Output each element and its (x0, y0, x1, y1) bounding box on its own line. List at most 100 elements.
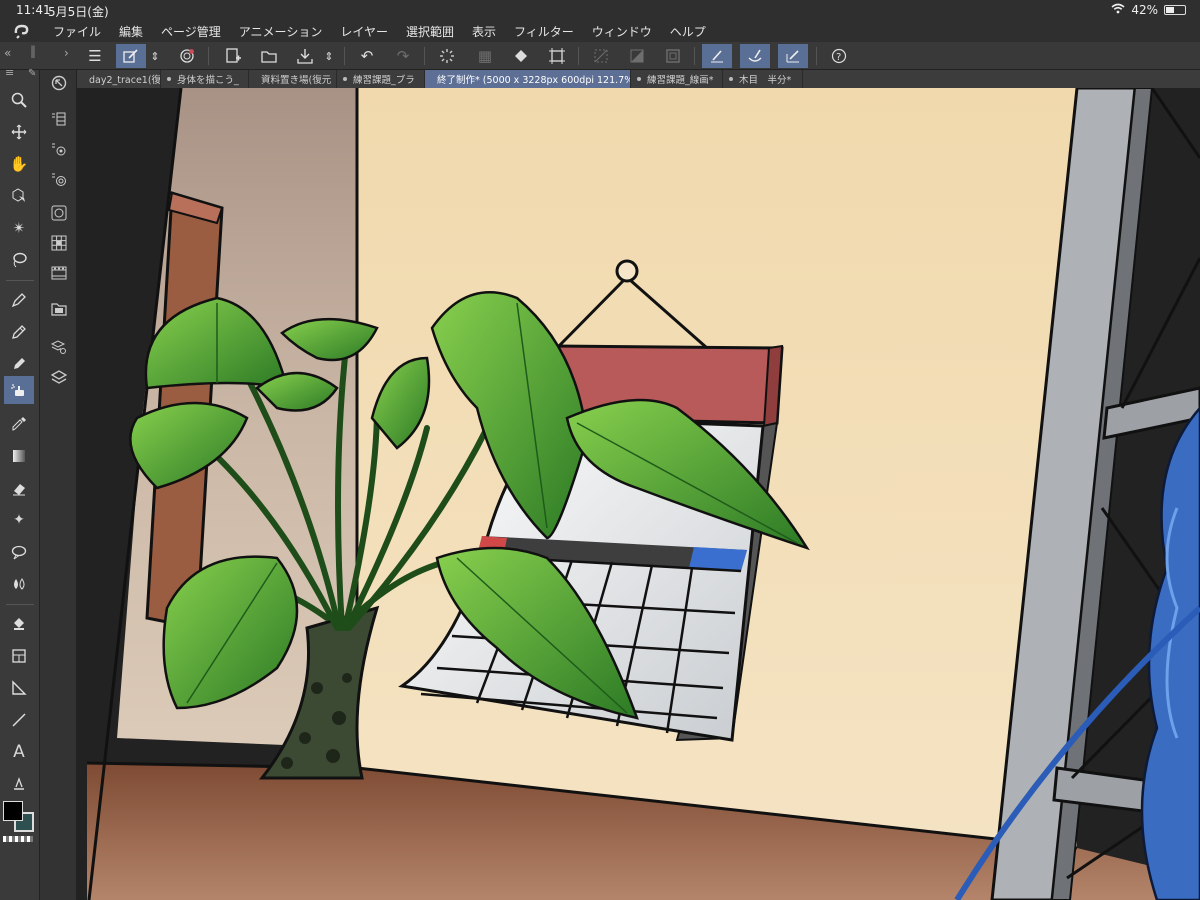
tab-final-work[interactable]: 終了制作* (5000 x 3228px 600dpi 121.7%) (425, 70, 631, 88)
tab-label: 資料置き場(復元 (261, 75, 332, 86)
tab-label: 練習課題_線画* (647, 75, 714, 86)
selection-icon[interactable] (586, 44, 616, 68)
color-swatches (0, 800, 40, 850)
auto-select-icon[interactable]: ✴ (4, 214, 34, 242)
lasso-icon[interactable] (4, 246, 34, 274)
navigator-icon[interactable] (48, 72, 70, 94)
crop-icon[interactable] (542, 44, 572, 68)
menu-help[interactable]: ヘルプ (661, 23, 715, 40)
correct-line-icon[interactable] (4, 770, 34, 798)
status-time: 11:41 (16, 3, 51, 17)
eraser-icon[interactable] (4, 474, 34, 502)
tab-woodgrain[interactable]: 木目 半分* (723, 70, 803, 88)
loading-icon[interactable] (432, 44, 462, 68)
updown-icon-2[interactable]: ⇕ (320, 44, 338, 68)
tab-body-drawing[interactable]: 身体を描こう_ (161, 70, 249, 88)
fill-bucket-icon[interactable] (4, 610, 34, 638)
menu-edit[interactable]: 編集 (110, 23, 152, 40)
drawing-canvas[interactable] (77, 88, 1200, 900)
redo-icon[interactable]: ↷ (388, 44, 418, 68)
quick-access-icon[interactable] (116, 44, 146, 68)
tool-property-icon[interactable] (48, 168, 70, 190)
layer-property-icon[interactable] (48, 108, 70, 130)
tab-label: 終了制作* (5000 x 3228px 600dpi 121.7%) (437, 75, 631, 86)
tab-label: day2_trace1(復 (89, 75, 161, 86)
layers-icon[interactable] (48, 366, 70, 388)
sub-tool-icon[interactable] (48, 138, 70, 160)
command-bar: « ‖ › ☰ ⇕ ⇕ ↶ ↷ ▦ ? (0, 42, 1200, 70)
updown-icon[interactable]: ⇕ (146, 44, 164, 68)
tab-practice-lineart[interactable]: 練習課題_線画* (631, 70, 723, 88)
eyedropper-icon[interactable] (4, 410, 34, 438)
speech-balloon-icon[interactable] (4, 538, 34, 566)
animation-icon[interactable] (48, 262, 70, 284)
hand-tool-icon[interactable]: ✋ (4, 150, 34, 178)
tab-label: 身体を描こう_ (177, 75, 239, 86)
color-wheel-icon[interactable] (48, 202, 70, 224)
status-date: 5月5日(金) (48, 5, 109, 19)
tab-label: 練習課題_ブラ (353, 75, 415, 86)
panel-grip-icon[interactable]: ‖ (30, 44, 36, 58)
marker-icon[interactable] (4, 350, 34, 378)
tab-day2-trace1[interactable]: day2_trace1(復 (77, 70, 161, 88)
stabilize-icon[interactable] (778, 44, 808, 68)
battery-percent: 42% (1131, 3, 1158, 17)
document-tabs: day2_trace1(復 身体を描こう_ 資料置き場(復元 練習課題_ブラ 終… (77, 70, 1200, 88)
collapse-left-icon[interactable]: « (4, 46, 11, 60)
menu-window[interactable]: ウィンドウ (583, 23, 661, 40)
sparkle-icon[interactable]: ✦ (4, 506, 34, 534)
menu-icon[interactable]: ☰ (80, 44, 110, 68)
help-icon[interactable]: ? (824, 44, 854, 68)
menu-selection[interactable]: 選択範囲 (397, 23, 463, 40)
menu-filter[interactable]: フィルター (505, 23, 583, 40)
color-set-icon[interactable] (48, 232, 70, 254)
shortcut-icon[interactable] (172, 44, 202, 68)
menu-bar: ファイル 編集 ページ管理 アニメーション レイヤー 選択範囲 表示 フィルター… (0, 20, 1200, 42)
svg-text:?: ? (836, 52, 841, 63)
menu-file[interactable]: ファイル (44, 23, 110, 40)
wifi-icon (1111, 3, 1125, 17)
undo-icon[interactable]: ↶ (352, 44, 382, 68)
palette-pin-icon[interactable]: ✎ (28, 68, 36, 79)
expand-right-icon[interactable]: › (64, 46, 69, 60)
tab-reference[interactable]: 資料置き場(復元 (249, 70, 337, 88)
zoom-tool-icon[interactable] (4, 86, 34, 114)
status-bar: 11:41 5月5日(金) 42% (0, 0, 1200, 20)
brush-settings-icon[interactable] (740, 44, 770, 68)
app-logo-icon[interactable] (0, 20, 44, 42)
main-color-swatch[interactable] (3, 801, 23, 821)
battery-icon (1164, 5, 1186, 15)
fill-icon[interactable] (506, 44, 536, 68)
line-icon[interactable] (4, 706, 34, 734)
new-canvas-icon[interactable] (218, 44, 248, 68)
gradient-icon[interactable] (4, 442, 34, 470)
frame-border-icon[interactable] (4, 642, 34, 670)
blend-icon[interactable] (4, 570, 34, 598)
transparent-color-swatch[interactable] (3, 836, 33, 842)
transform-icon[interactable]: ▦ (470, 44, 500, 68)
menu-animation[interactable]: アニメーション (230, 23, 332, 40)
pencil-icon[interactable] (4, 318, 34, 346)
open-icon[interactable] (254, 44, 284, 68)
frame-icon[interactable] (658, 44, 688, 68)
tab-label: 木目 半分* (739, 75, 792, 86)
menu-view[interactable]: 表示 (463, 23, 505, 40)
pen-icon[interactable] (4, 286, 34, 314)
layer-search-icon[interactable] (48, 336, 70, 358)
tool-palette: ≡ ✎ ✋ ✴ ✦ A (0, 66, 40, 900)
tone-icon[interactable] (622, 44, 652, 68)
move-tool-icon[interactable] (4, 118, 34, 146)
pen-settings-icon[interactable] (702, 44, 732, 68)
save-icon[interactable] (290, 44, 320, 68)
menu-page[interactable]: ページ管理 (152, 23, 230, 40)
artwork (77, 88, 1200, 900)
tab-practice-brush[interactable]: 練習課題_ブラ (337, 70, 425, 88)
palette-menu-icon[interactable]: ≡ (5, 66, 14, 79)
menu-layer[interactable]: レイヤー (331, 23, 397, 40)
object-select-icon[interactable] (4, 182, 34, 210)
material-icon[interactable] (48, 298, 70, 320)
palette-strip (40, 70, 77, 900)
airbrush-icon[interactable] (4, 376, 34, 404)
ruler-icon[interactable] (4, 674, 34, 702)
text-icon[interactable]: A (4, 738, 34, 766)
